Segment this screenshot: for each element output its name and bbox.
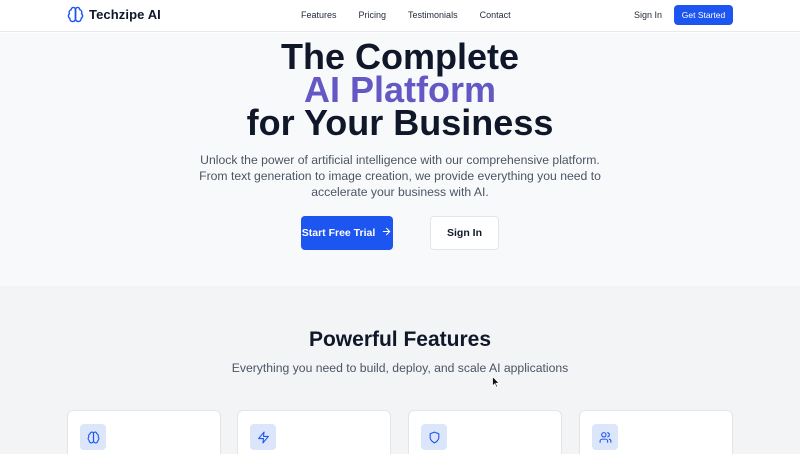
brand-logo[interactable]: Techzipe AI bbox=[67, 6, 161, 23]
nav-link-contact[interactable]: Contact bbox=[480, 10, 511, 20]
arrow-right-icon bbox=[381, 226, 392, 240]
features-title: Powerful Features bbox=[308, 328, 492, 351]
get-started-button[interactable]: Get Started bbox=[674, 5, 733, 25]
start-free-trial-button[interactable]: Start Free Trial bbox=[301, 216, 393, 250]
lightning-icon bbox=[250, 424, 276, 450]
hero-section: The Complete AI Platform for Your Busine… bbox=[0, 33, 800, 286]
feature-card[interactable] bbox=[579, 410, 733, 454]
users-icon bbox=[592, 424, 618, 450]
nav-sign-in-link[interactable]: Sign In bbox=[634, 10, 662, 20]
hero-title-line-3: for Your Business bbox=[246, 102, 554, 143]
feature-card[interactable] bbox=[408, 410, 562, 454]
shield-icon bbox=[421, 424, 447, 450]
hero-description: Unlock the power of artificial intellige… bbox=[199, 153, 601, 199]
mouse-cursor-icon bbox=[492, 375, 501, 388]
nav-links: Features Pricing Testimonials Contact bbox=[287, 10, 511, 20]
feature-card[interactable] bbox=[67, 410, 221, 454]
features-section: Powerful Features Everything you need to… bbox=[0, 286, 800, 454]
top-navbar: Techzipe AI Features Pricing Testimonial… bbox=[0, 0, 800, 32]
hero-sign-in-button[interactable]: Sign In bbox=[430, 216, 499, 250]
brain-icon bbox=[80, 424, 106, 450]
start-free-trial-label: Start Free Trial bbox=[301, 227, 376, 239]
brain-icon bbox=[67, 6, 84, 23]
nav-link-features[interactable]: Features bbox=[301, 10, 337, 20]
nav-link-pricing[interactable]: Pricing bbox=[359, 10, 387, 20]
brand-name: Techzipe AI bbox=[89, 7, 161, 22]
feature-card[interactable] bbox=[237, 410, 391, 454]
nav-link-testimonials[interactable]: Testimonials bbox=[408, 10, 458, 20]
features-subtitle: Everything you need to build, deploy, an… bbox=[231, 361, 569, 375]
